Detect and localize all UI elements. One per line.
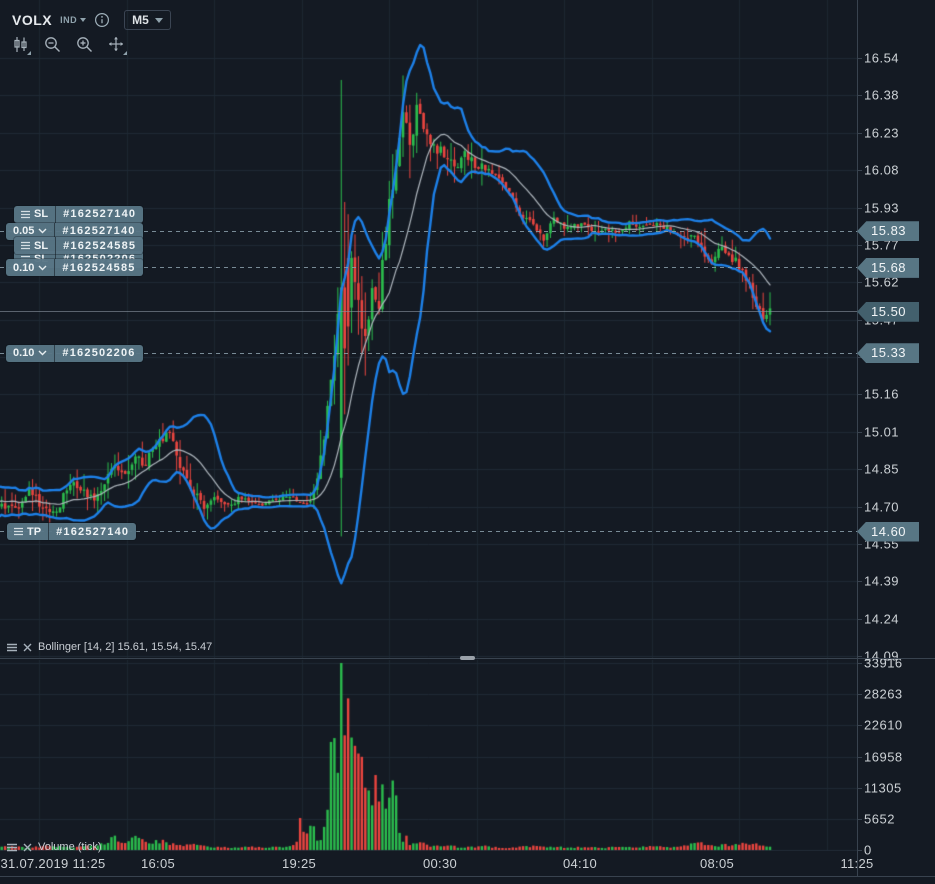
- chevron-down-icon: [80, 18, 87, 22]
- time-axis-label: 08:05: [699, 856, 735, 871]
- trading-chart-window: VOLX IND M5 Bollinger [14, 2] 15.61, 15.…: [0, 0, 935, 884]
- last-price-badge: 15.50: [857, 301, 919, 322]
- price-axis-border: [857, 0, 858, 876]
- volume-chart-canvas[interactable]: [0, 660, 857, 851]
- info-icon: [95, 12, 110, 28]
- price-axis-badge: 14.60: [857, 521, 919, 542]
- menu-icon: [14, 527, 23, 536]
- pane-resize-handle[interactable]: [460, 656, 475, 660]
- order-tag: TP: [7, 523, 48, 540]
- magnifier-plus-icon: [76, 36, 92, 52]
- order-tag-label: 0.10: [13, 261, 35, 274]
- order-tag: SL: [14, 237, 55, 254]
- timeframe-select[interactable]: M5: [124, 10, 171, 30]
- order-tag: 0.10: [6, 259, 54, 276]
- time-axis-label: 31.07.2019 11:25: [0, 856, 106, 871]
- price-axis-label: 14.70: [864, 499, 900, 514]
- order-tag-label: 0.10: [13, 347, 35, 360]
- bollinger-legend: Bollinger [14, 2] 15.61, 15.54, 15.47: [7, 641, 212, 653]
- price-axis-label: 15.16: [864, 386, 900, 402]
- volume-axis-label: 28263: [864, 686, 903, 702]
- order-label[interactable]: SL #162524585: [14, 237, 144, 255]
- order-tag-label: SL: [34, 239, 49, 252]
- price-axis-label: 15.01: [864, 424, 900, 440]
- price-axis-label: 14.85: [864, 461, 900, 477]
- price-axis-label: 14.39: [864, 573, 900, 589]
- last-price-line: [0, 311, 857, 313]
- order-id-label: #162527140: [48, 523, 136, 540]
- info-button[interactable]: [94, 12, 110, 28]
- price-axis-badge: 15.68: [857, 257, 919, 278]
- magnifier-minus-icon: [44, 36, 60, 52]
- price-axis-label: 14.24: [864, 611, 900, 627]
- bollinger-legend-label: Bollinger [14, 2] 15.61, 15.54, 15.47: [38, 641, 213, 653]
- price-chart-canvas[interactable]: [0, 0, 857, 658]
- price-axis-label: 15.93: [864, 200, 900, 215]
- order-id-label: #162524585: [55, 237, 143, 255]
- submenu-corner-icon: [27, 51, 31, 55]
- order-tag-label: 0.05: [13, 225, 35, 238]
- order-label[interactable]: 0.10 #162502206: [6, 344, 143, 362]
- zoom-out-button[interactable]: [42, 34, 62, 54]
- volume-legend-label: Volume (tick): [38, 841, 102, 853]
- symbol-title: VOLX: [12, 12, 53, 28]
- chart-style-button[interactable]: [10, 34, 31, 55]
- chevron-down-icon: [38, 228, 47, 234]
- price-axis-label: 16.08: [864, 162, 900, 178]
- time-axis-border: [0, 876, 935, 877]
- volume-axis-label: 5652: [864, 811, 895, 827]
- order-id-label: #162524585: [54, 259, 142, 277]
- price-axis-badge: 15.83: [857, 221, 919, 242]
- close-icon[interactable]: [23, 843, 32, 852]
- chart-header: VOLX IND M5: [12, 10, 171, 30]
- chevron-down-icon: [38, 265, 47, 271]
- instrument-type-dropdown[interactable]: IND: [60, 15, 87, 25]
- price-axis-label: 16.38: [864, 87, 900, 103]
- time-axis-label: 19:25: [281, 856, 317, 871]
- menu-icon: [21, 210, 30, 219]
- move-crosshair-button[interactable]: [106, 34, 127, 55]
- order-label[interactable]: TP #162527140: [7, 523, 137, 540]
- volume-axis-label: 11305: [864, 780, 902, 796]
- volume-axis-label: 22610: [864, 717, 903, 733]
- order-id-label: #162502206: [54, 344, 142, 362]
- order-label[interactable]: SL #162527140: [14, 205, 144, 223]
- close-icon[interactable]: [23, 643, 32, 652]
- order-tag: 0.10: [6, 345, 54, 362]
- time-axis-label: 16:05: [140, 856, 176, 871]
- chevron-down-icon: [38, 350, 47, 356]
- order-tag-label: TP: [27, 525, 42, 538]
- order-tag: SL: [14, 206, 55, 223]
- order-tag-label: SL: [34, 208, 49, 221]
- candlestick-icon: [13, 36, 27, 52]
- time-axis-label: 04:10: [562, 856, 598, 871]
- volume-axis-label: 16958: [864, 749, 903, 764]
- price-axis-label: 16.54: [864, 50, 900, 66]
- chevron-down-icon: [154, 17, 163, 23]
- timeframe-label: M5: [132, 13, 149, 27]
- volume-legend: Volume (tick): [7, 841, 102, 853]
- order-label[interactable]: 0.10 #162524585: [6, 259, 143, 277]
- menu-icon[interactable]: [7, 643, 17, 652]
- order-id-label: #162527140: [55, 205, 143, 223]
- chart-toolbar: [10, 34, 127, 55]
- time-axis-label: 00:30: [422, 856, 458, 871]
- price-axis-label: 16.23: [864, 125, 900, 141]
- instrument-type-label: IND: [60, 15, 78, 25]
- zoom-in-button[interactable]: [74, 34, 94, 54]
- price-axis-badge: 15.33: [857, 343, 919, 364]
- menu-icon[interactable]: [7, 843, 17, 852]
- menu-icon: [21, 241, 30, 250]
- submenu-corner-icon: [123, 51, 127, 55]
